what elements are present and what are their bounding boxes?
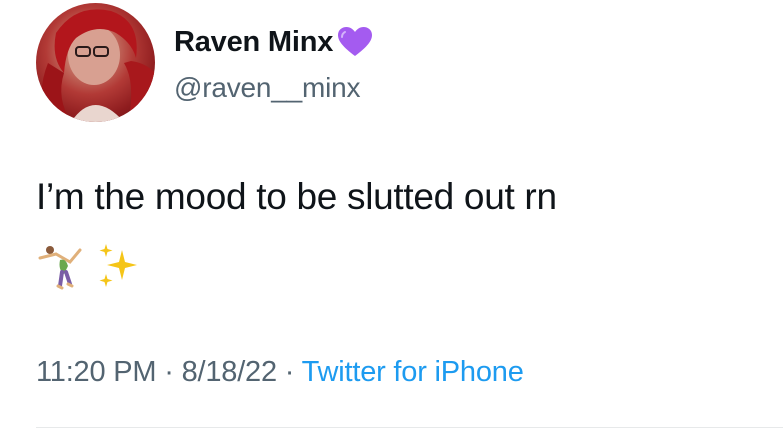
tweet-date[interactable]: 8/18/22 xyxy=(182,356,278,388)
person-cartwheeling-icon xyxy=(36,240,88,292)
meta-separator: · xyxy=(156,356,182,388)
display-name[interactable]: Raven Minx xyxy=(174,26,333,59)
tweet-text: I’m the mood to be slutted out rn xyxy=(36,176,557,217)
name-row: Raven Minx xyxy=(174,22,373,62)
user-handle[interactable]: @raven__minx xyxy=(174,72,373,104)
meta-separator: · xyxy=(276,356,302,388)
emoji-row xyxy=(36,240,152,292)
tweet-card: Raven Minx @raven__minx I’m the mood to … xyxy=(0,0,783,440)
author-block: Raven Minx @raven__minx xyxy=(174,22,373,104)
avatar-image xyxy=(41,9,155,122)
tweet-meta: 11:20 PM · 8/18/22 · Twitter for iPhone xyxy=(36,356,524,389)
tweet-time[interactable]: 11:20 PM xyxy=(36,356,157,388)
tweet-source-link[interactable]: Twitter for iPhone xyxy=(302,356,524,388)
sparkles-icon xyxy=(94,240,146,292)
avatar[interactable] xyxy=(36,3,155,122)
divider xyxy=(36,427,783,428)
purple-heart-icon xyxy=(337,26,373,58)
